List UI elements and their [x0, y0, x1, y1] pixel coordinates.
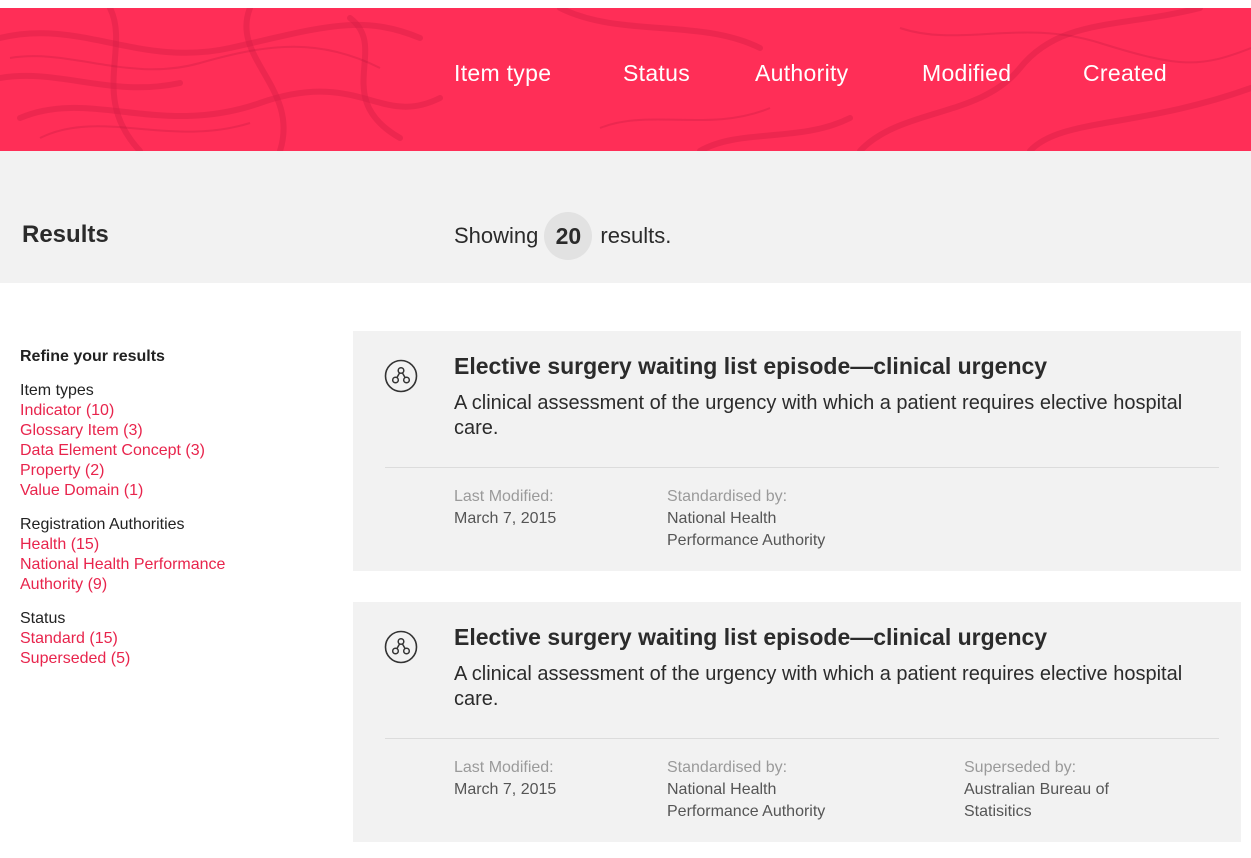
meta-label: Standardised by:: [667, 488, 788, 505]
card-divider: [385, 467, 1219, 468]
result-title[interactable]: Elective surgery waiting list episode—cl…: [454, 353, 1047, 380]
nav-modified[interactable]: Modified: [922, 60, 1011, 87]
meta-label: Last Modified:: [454, 759, 554, 776]
nav-item-type[interactable]: Item type: [454, 60, 551, 87]
showing-prefix: Showing: [454, 223, 539, 248]
result-title[interactable]: Elective surgery waiting list episode—cl…: [454, 624, 1047, 651]
meta-superseded-by: Superseded by: Australian Bureau of Stat…: [964, 757, 1124, 823]
meta-label: Standardised by:: [667, 759, 788, 776]
meta-last-modified: Last Modified: March 7, 2015: [454, 486, 644, 530]
filter-link-superseded[interactable]: Superseded (5): [20, 649, 340, 669]
filter-link-health[interactable]: Health (15): [20, 535, 340, 555]
result-card[interactable]: Elective surgery waiting list episode—cl…: [353, 602, 1241, 842]
meta-label: Last Modified:: [454, 488, 554, 505]
header-nav: Item type Status Authority Modified Crea…: [0, 60, 1251, 96]
meta-value: March 7, 2015: [454, 781, 557, 798]
filter-link-glossary-item[interactable]: Glossary Item (3): [20, 421, 340, 441]
filter-link-indicator[interactable]: Indicator (10): [20, 401, 340, 421]
filter-link-value-domain[interactable]: Value Domain (1): [20, 481, 340, 501]
top-strip: [0, 0, 1251, 8]
meta-standardised-by: Standardised by: National Health Perform…: [667, 486, 867, 552]
filter-link-data-element-concept[interactable]: Data Element Concept (3): [20, 441, 340, 461]
result-description: A clinical assessment of the urgency wit…: [454, 663, 1183, 710]
nav-created[interactable]: Created: [1083, 60, 1167, 87]
header-banner: Item type Status Authority Modified Crea…: [0, 8, 1251, 151]
result-card[interactable]: Elective surgery waiting list episode—cl…: [353, 331, 1241, 571]
meta-label: Superseded by:: [964, 759, 1077, 776]
node-graph-icon: [384, 630, 418, 664]
nav-authority[interactable]: Authority: [755, 60, 848, 87]
meta-value: March 7, 2015: [454, 510, 557, 527]
meta-last-modified: Last Modified: March 7, 2015: [454, 757, 644, 801]
meta-value: Australian Bureau of Statisitics: [964, 781, 1109, 820]
filter-group-item-types: Item types Indicator (10) Glossary Item …: [20, 381, 340, 501]
results-count-badge: 20: [544, 212, 593, 260]
node-graph-icon: [384, 359, 418, 393]
results-bar: Results Showing 20 results.: [0, 151, 1251, 283]
filter-group-authorities: Registration Authorities Health (15) Nat…: [20, 515, 340, 595]
filter-sidebar: Refine your results Item types Indicator…: [20, 347, 340, 683]
filter-group-title: Item types: [20, 382, 94, 399]
meta-value: National Health Performance Authority: [667, 781, 826, 820]
filter-group-status: Status Standard (15) Superseded (5): [20, 609, 340, 669]
nav-status[interactable]: Status: [623, 60, 690, 87]
filter-group-title: Registration Authorities: [20, 516, 185, 533]
filter-link-standard[interactable]: Standard (15): [20, 629, 340, 649]
filter-group-title: Status: [20, 610, 66, 627]
meta-value: National Health Performance Authority: [667, 510, 826, 549]
results-title: Results: [22, 221, 109, 248]
filter-heading: Refine your results: [20, 348, 165, 365]
showing-suffix: results.: [600, 223, 672, 248]
card-divider: [385, 738, 1219, 739]
result-description: A clinical assessment of the urgency wit…: [454, 392, 1183, 439]
filter-link-property[interactable]: Property (2): [20, 461, 340, 481]
filter-link-nhpa[interactable]: National Health Performance Authority (9…: [20, 555, 235, 595]
meta-standardised-by: Standardised by: National Health Perform…: [667, 757, 867, 823]
results-count-text: Showing 20 results.: [454, 212, 671, 260]
